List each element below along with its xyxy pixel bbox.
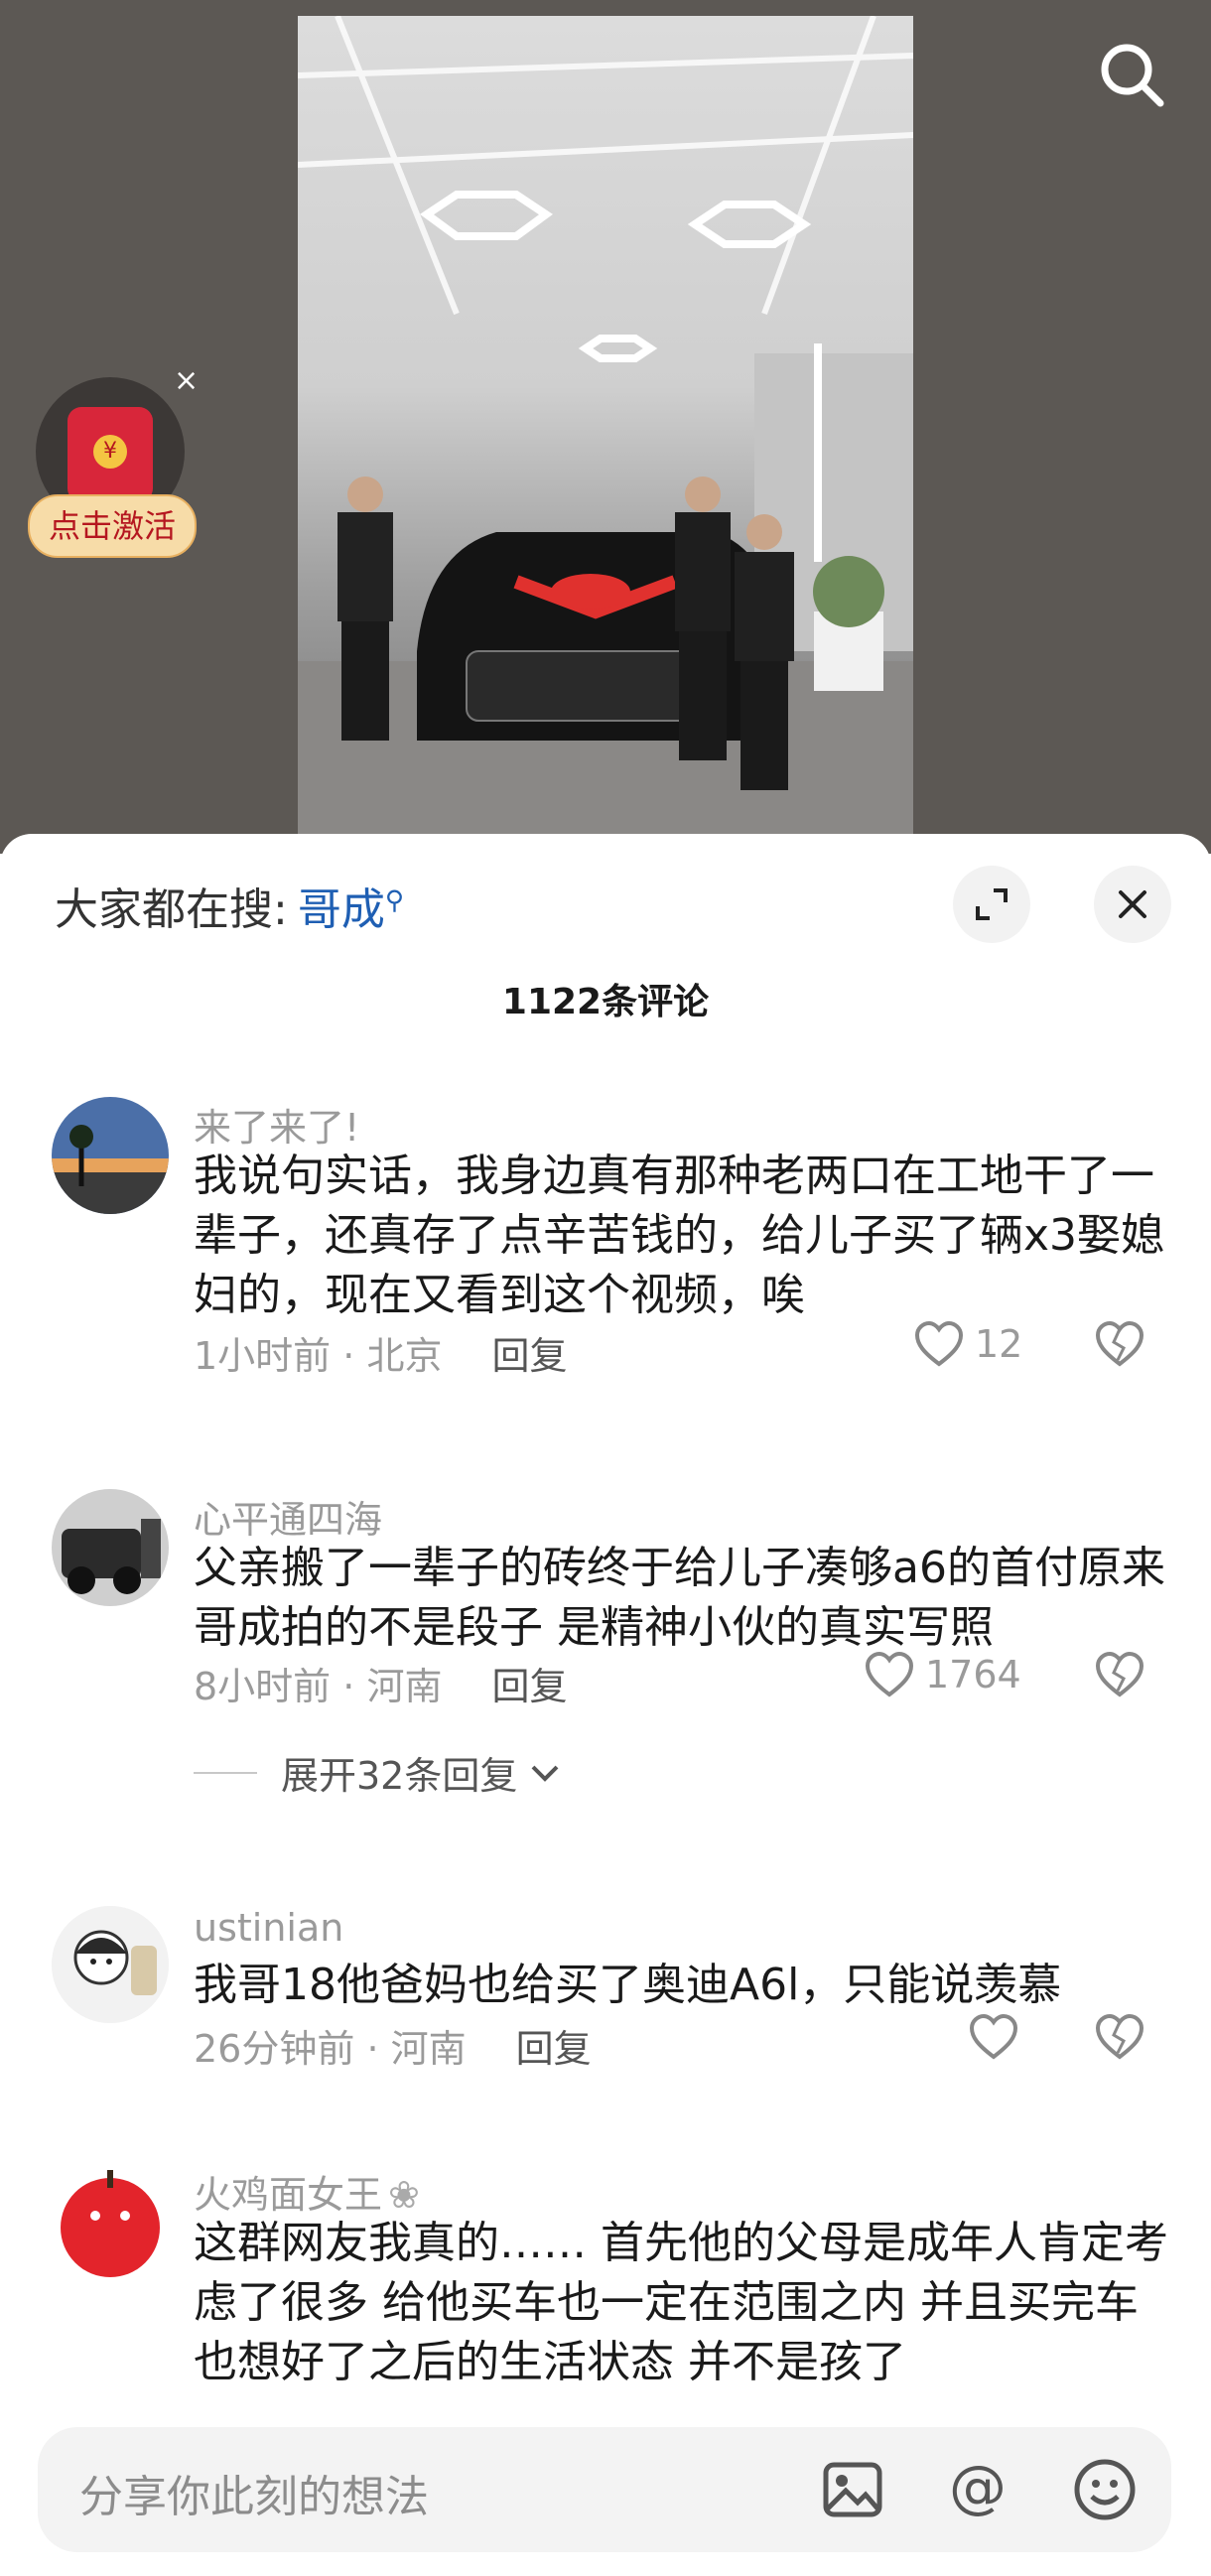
- like-button[interactable]: 1764: [864, 1651, 1021, 1698]
- expand-sheet-button[interactable]: [953, 866, 1030, 943]
- comment-text: 我哥18他爸妈也给买了奥迪A6l，只能说羡慕: [194, 1960, 1062, 2010]
- comment-meta: 8小时前 · 河南 回复: [194, 1665, 568, 1708]
- svg-text:@: @: [949, 2455, 1007, 2520]
- video-frame: [298, 16, 913, 840]
- comment-input-bar[interactable]: 分享你此刻的想法 @: [38, 2427, 1171, 2552]
- dislike-button[interactable]: [1094, 2013, 1145, 2065]
- comment-meta: 1小时前 · 北京 回复: [194, 1334, 568, 1378]
- expand-replies-button[interactable]: 展开32条回复: [194, 1745, 563, 1800]
- trending-search-bar[interactable]: 大家都在搜: 哥成⚲: [55, 874, 404, 937]
- comment-username[interactable]: 心平通四海: [194, 1489, 382, 1544]
- comment-username[interactable]: ustinian: [194, 1906, 343, 1950]
- comment-sheet: 大家都在搜: 哥成⚲ 1122条评论 来了来了! 我说句实话，我身边真有那种老两口…: [0, 834, 1211, 2576]
- avatar[interactable]: [52, 1489, 169, 1606]
- mention-icon[interactable]: @: [943, 2453, 1012, 2524]
- comment-text: 父亲搬了一辈子的砖终于给儿子凑够a6的首付原来哥成拍的不是段子 是精神小伙的真实…: [194, 1543, 1165, 1653]
- trending-prefix: 大家都在搜:: [55, 884, 288, 935]
- red-packet-promo[interactable]: ¥ 点击激活: [28, 377, 197, 566]
- trending-keyword-link[interactable]: 哥成: [298, 884, 385, 935]
- comment-username[interactable]: 来了来了!: [194, 1097, 359, 1152]
- like-count: 12: [975, 1322, 1023, 1366]
- broken-heart-icon: [1095, 1320, 1144, 1367]
- expand-icon: [976, 888, 1008, 920]
- avatar[interactable]: [52, 1906, 169, 2023]
- paw-icon: ❀: [388, 2173, 420, 2217]
- search-small-icon: ⚲: [384, 885, 404, 916]
- comment-text: 我说句实话，我身边真有那种老两口在工地干了一辈子，还真存了点辛苦钱的，给儿子买了…: [194, 1151, 1165, 1320]
- heart-icon: [969, 2013, 1018, 2060]
- image-icon[interactable]: [818, 2455, 887, 2524]
- comment-meta: 26分钟前 · 河南 回复: [194, 2027, 592, 2071]
- video-player[interactable]: ¥ 点击激活 ×: [0, 0, 1211, 854]
- dislike-button[interactable]: [1094, 1320, 1145, 1372]
- like-button[interactable]: [968, 2013, 1029, 2061]
- comment-username-text: 火鸡面女王: [194, 2173, 383, 2217]
- comment-count-title: 1122条评论: [501, 982, 710, 1022]
- comment-location: 北京: [366, 1334, 443, 1378]
- promo-activate-button[interactable]: 点击激活: [28, 494, 197, 558]
- comment-time: 1小时前: [194, 1334, 332, 1378]
- close-icon: [1119, 890, 1146, 918]
- like-button[interactable]: 12: [913, 1320, 1022, 1368]
- comment-input-placeholder[interactable]: 分享你此刻的想法: [79, 2461, 429, 2524]
- like-count: 1764: [925, 1653, 1021, 1696]
- reply-button[interactable]: 回复: [491, 1665, 567, 1708]
- comment-location: 河南: [366, 1665, 443, 1708]
- avatar[interactable]: [52, 2164, 169, 2281]
- broken-heart-icon: [1095, 2013, 1144, 2060]
- divider-line: [194, 1771, 257, 1774]
- comment-time: 26分钟前: [194, 2027, 355, 2071]
- search-icon[interactable]: [1097, 40, 1166, 109]
- comment-time: 8小时前: [194, 1665, 332, 1708]
- heart-icon: [914, 1320, 964, 1367]
- promo-close-icon[interactable]: ×: [174, 363, 199, 398]
- emoji-icon[interactable]: [1070, 2455, 1140, 2524]
- chevron-down-icon: [531, 1765, 559, 1782]
- video-scene-image: [298, 16, 913, 840]
- comment-username[interactable]: 火鸡面女王 ❀: [194, 2164, 420, 2219]
- broken-heart-icon: [1095, 1651, 1144, 1697]
- coin-icon: ¥: [93, 435, 127, 469]
- expand-replies-label: 展开32条回复: [281, 1754, 518, 1798]
- comment-location: 河南: [390, 2027, 467, 2071]
- avatar[interactable]: [52, 1097, 169, 1214]
- dislike-button[interactable]: [1094, 1651, 1145, 1702]
- heart-icon: [865, 1651, 914, 1697]
- close-sheet-button[interactable]: [1094, 866, 1171, 943]
- reply-button[interactable]: 回复: [491, 1334, 567, 1378]
- reply-button[interactable]: 回复: [516, 2027, 592, 2071]
